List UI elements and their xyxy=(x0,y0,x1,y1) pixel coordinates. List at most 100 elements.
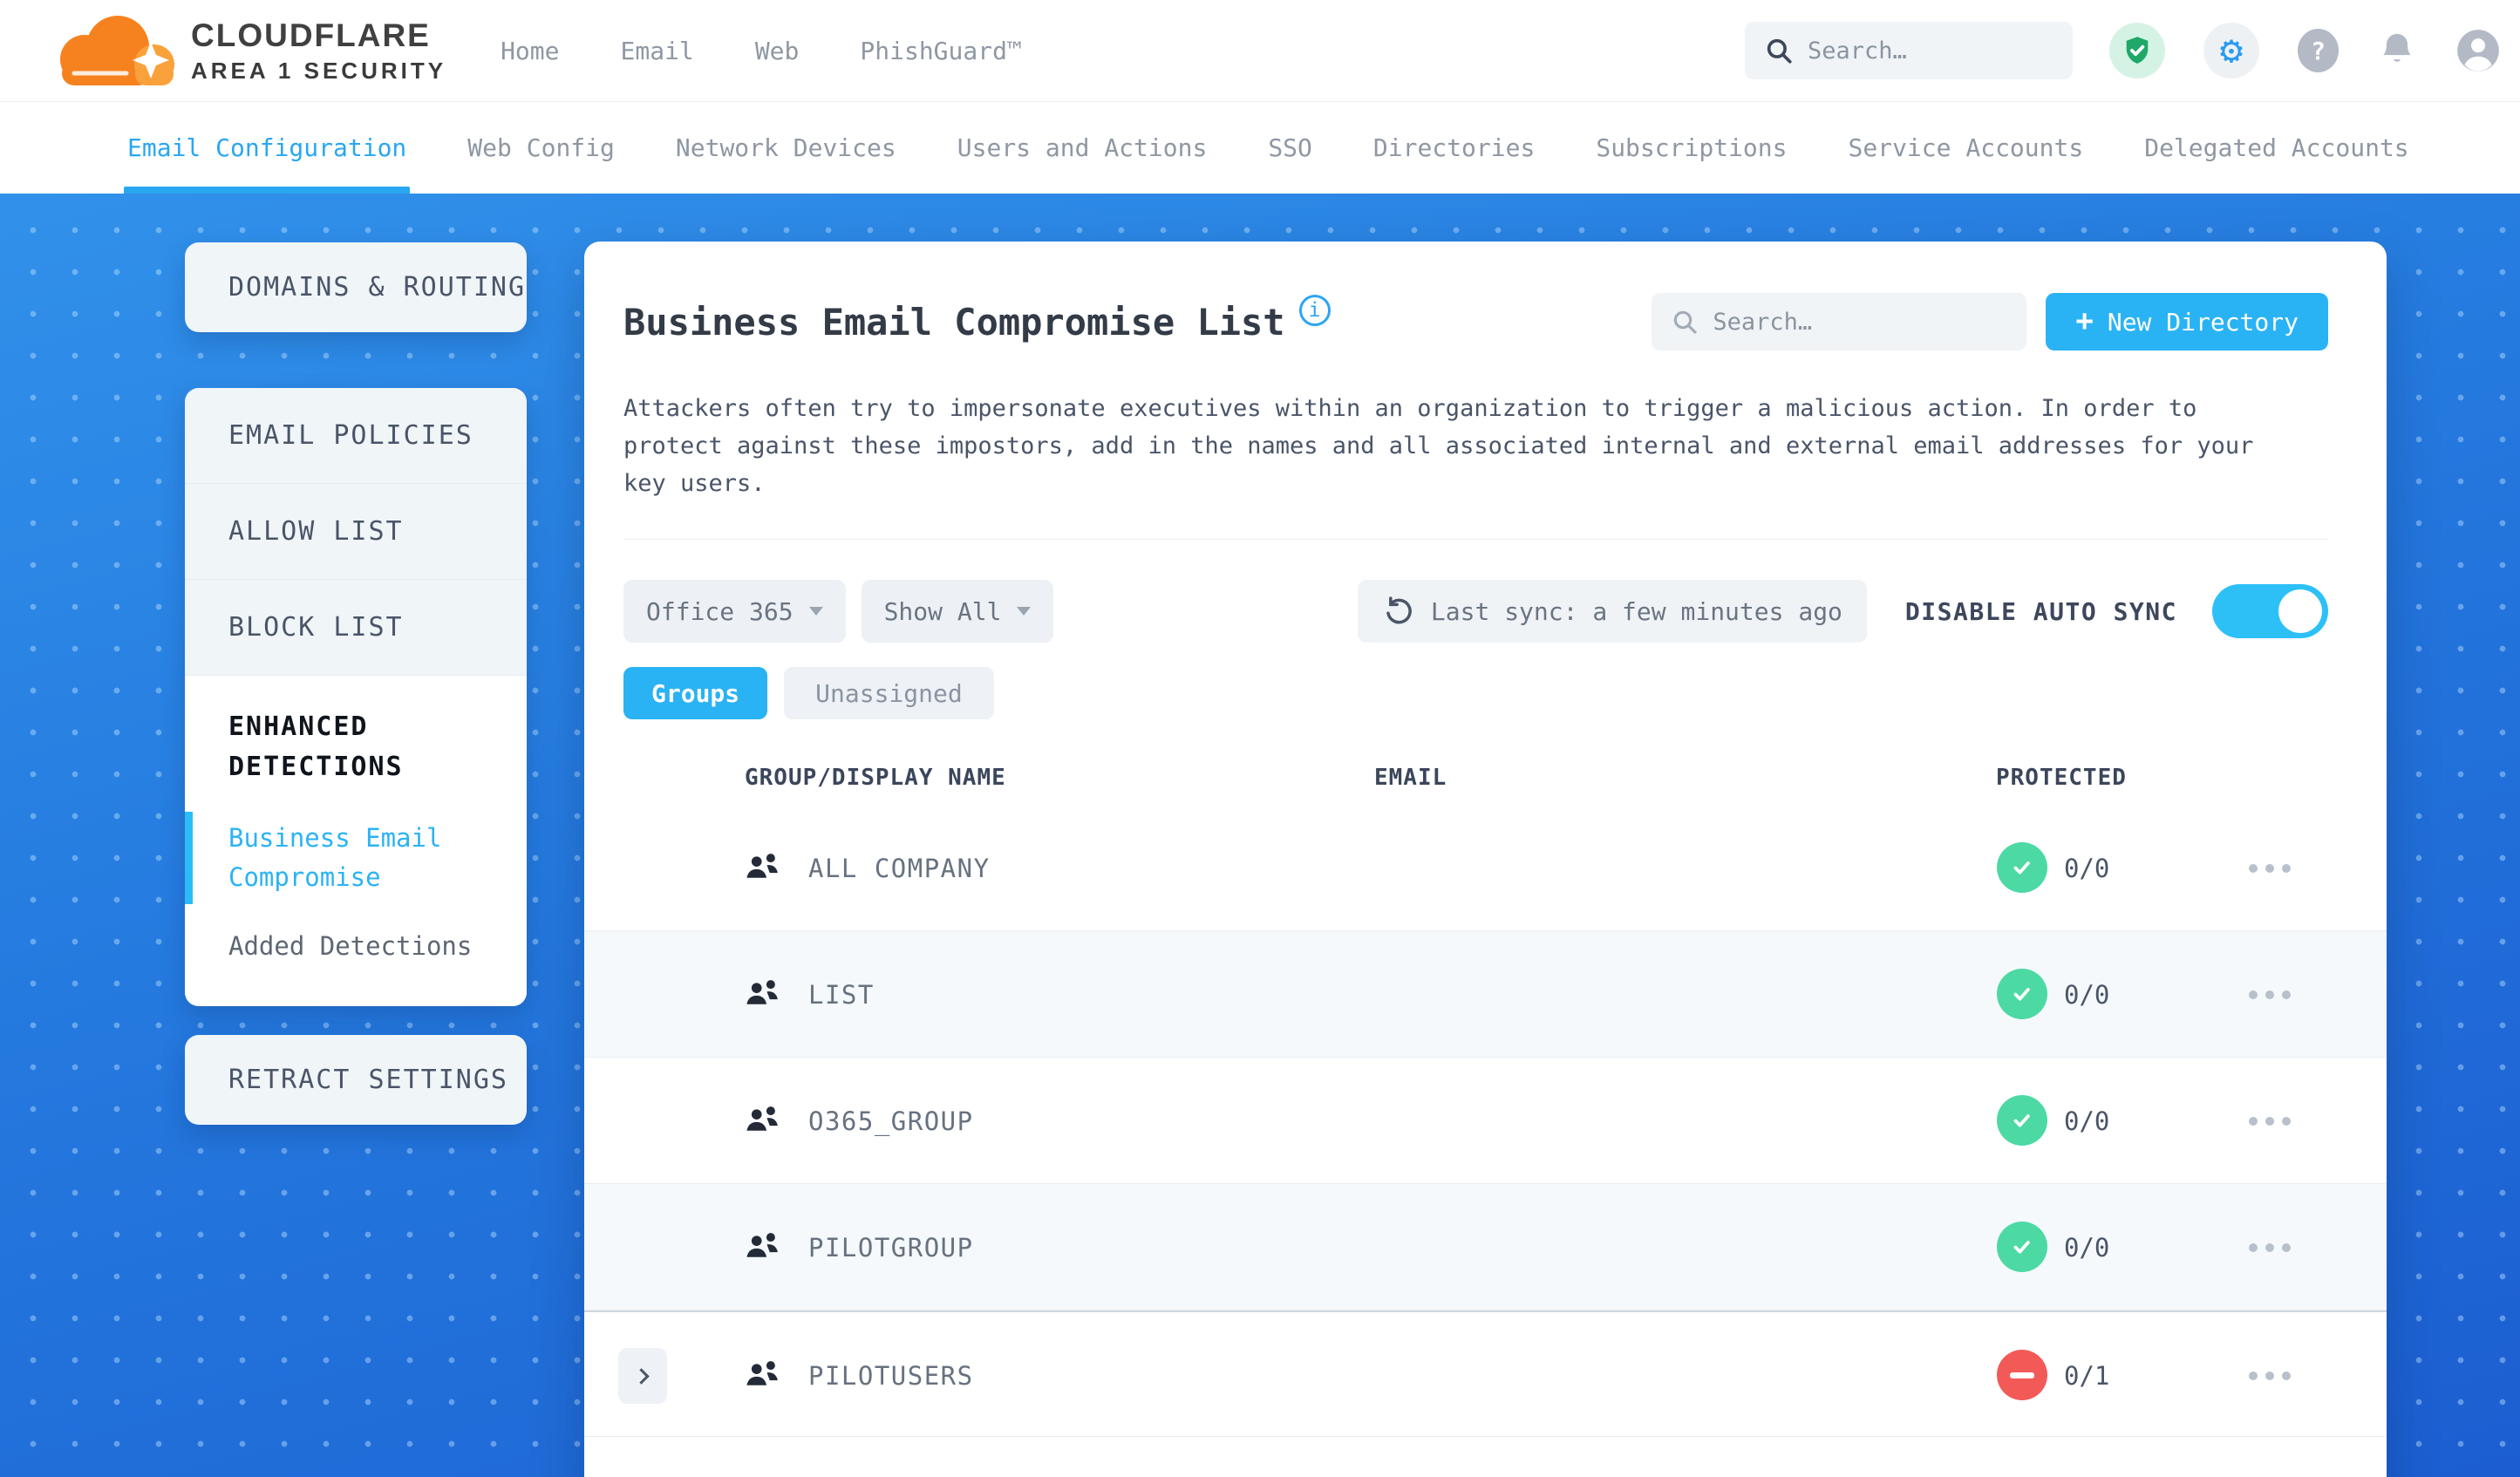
tab-unassigned[interactable]: Unassigned xyxy=(784,667,994,719)
search-icon xyxy=(1674,310,1697,334)
tab-email-configuration[interactable]: Email Configuration xyxy=(123,102,411,194)
tab-groups[interactable]: Groups xyxy=(623,667,768,719)
user-avatar-icon xyxy=(2457,30,2499,71)
sidebar-item-business-email-compromise[interactable]: Business Email Compromise xyxy=(185,812,468,904)
chevron-down-icon xyxy=(808,607,823,616)
retract-settings-label: RETRACT SETTINGS xyxy=(228,1065,508,1095)
tab-service-accounts[interactable]: Service Accounts xyxy=(1849,102,2084,194)
group-icon xyxy=(746,1361,778,1385)
sidebar-item-added-detections[interactable]: Added Detections xyxy=(228,927,495,966)
groups-table: GROUP/DISPLAY NAME EMAIL PROTECTED ALL C… xyxy=(584,765,2387,1437)
notifications-button[interactable] xyxy=(2377,31,2417,71)
group-name: LIST xyxy=(808,980,875,1010)
group-name: O365_GROUP xyxy=(808,1106,974,1136)
nav-email[interactable]: Email xyxy=(621,37,694,65)
row-menu-button[interactable] xyxy=(2265,1372,2274,1380)
sidebar-item-allow-list[interactable]: ALLOW LIST xyxy=(185,484,527,580)
page-description: Attackers often try to impersonate execu… xyxy=(623,395,2254,497)
group-icon xyxy=(746,980,778,1004)
bell-icon xyxy=(2383,33,2411,62)
help-button[interactable]: ? xyxy=(2298,29,2339,72)
auto-sync-toggle[interactable] xyxy=(2212,584,2328,638)
table-row[interactable]: PILOTUSERS 0/1 xyxy=(584,1310,2387,1437)
row-menu-button[interactable] xyxy=(2265,1117,2274,1126)
directory-dropdown-value: Office 365 xyxy=(646,596,793,626)
column-email: EMAIL xyxy=(1374,765,1447,791)
column-protected: PROTECTED xyxy=(1996,765,2127,791)
last-sync-button[interactable]: Last sync: a few minutes ago xyxy=(1357,580,1867,643)
table-header: GROUP/DISPLAY NAME EMAIL PROTECTED xyxy=(584,765,2387,805)
content-area: DOMAINS & ROUTING EMAIL POLICIES ALLOW L… xyxy=(0,194,2520,1477)
minus-icon xyxy=(2010,1372,2034,1378)
question-icon: ? xyxy=(2311,36,2326,65)
expand-row-button[interactable] xyxy=(618,1348,667,1404)
cloudflare-cloud-icon xyxy=(60,16,174,85)
sidebar-item-domains-routing[interactable]: DOMAINS & ROUTING xyxy=(185,242,527,332)
tab-network-devices[interactable]: Network Devices xyxy=(676,102,896,194)
list-search-input[interactable] xyxy=(1713,308,2008,336)
protected-count: 0/0 xyxy=(2064,1106,2110,1136)
primary-nav: Home Email Web PhishGuard™ xyxy=(501,37,1022,65)
section-tabs: Email Configuration Web Config Network D… xyxy=(0,101,2520,194)
nav-web[interactable]: Web xyxy=(755,37,800,65)
list-search xyxy=(1652,293,2027,351)
top-header: CLOUDFLARE AREA 1 SECURITY Home Email We… xyxy=(0,0,2520,101)
tab-subscriptions[interactable]: Subscriptions xyxy=(1596,102,1787,194)
show-filter-dropdown[interactable]: Show All xyxy=(861,580,1054,643)
tab-directories[interactable]: Directories xyxy=(1373,102,1535,194)
cloudflare-logo: CLOUDFLARE AREA 1 SECURITY xyxy=(48,10,446,91)
main-panel: Business Email Compromise List i + New D… xyxy=(584,242,2387,1477)
user-menu-button[interactable] xyxy=(2455,28,2501,73)
row-menu-button[interactable] xyxy=(2265,990,2274,999)
gear-icon: ⚙ xyxy=(2219,28,2244,72)
tab-web-config[interactable]: Web Config xyxy=(467,102,615,194)
group-icon xyxy=(746,854,778,878)
app-root: CLOUDFLARE AREA 1 SECURITY Home Email We… xyxy=(0,0,2520,1477)
panel-header: Business Email Compromise List i + New D… xyxy=(623,292,2328,351)
table-row[interactable]: ALL COMPANY 0/0 xyxy=(584,805,2387,931)
divider xyxy=(623,539,2328,540)
show-filter-value: Show All xyxy=(883,596,1002,626)
group-name: ALL COMPANY xyxy=(808,854,991,883)
plus-icon: + xyxy=(2075,303,2094,338)
settings-button[interactable]: ⚙ xyxy=(2203,23,2259,78)
directory-dropdown[interactable]: Office 365 xyxy=(623,580,846,643)
new-directory-button[interactable]: + New Directory xyxy=(2046,293,2328,351)
nav-phishguard[interactable]: PhishGuard™ xyxy=(860,37,1021,65)
group-icon xyxy=(746,1233,778,1257)
chevron-right-icon xyxy=(632,1367,650,1385)
protected-status-icon xyxy=(1997,842,2047,893)
header-actions: ⚙ ? xyxy=(1745,22,2501,79)
protected-count: 0/0 xyxy=(2064,854,2110,883)
domains-routing-label: DOMAINS & ROUTING xyxy=(228,272,527,303)
brand-name: CLOUDFLARE xyxy=(191,17,431,53)
nav-home[interactable]: Home xyxy=(501,37,559,65)
protected-count: 0/0 xyxy=(2064,1233,2110,1263)
row-menu-button[interactable] xyxy=(2265,864,2274,873)
view-tabs: Groups Unassigned xyxy=(623,667,2328,719)
filters-row: Office 365 Show All Last sync: a few min… xyxy=(623,580,2328,643)
new-directory-label: New Directory xyxy=(2107,307,2299,337)
chevron-down-icon xyxy=(1017,607,1032,616)
protected-status-icon xyxy=(1997,969,2047,1019)
table-row[interactable]: O365_GROUP 0/0 xyxy=(584,1058,2387,1184)
info-icon[interactable]: i xyxy=(1298,295,1331,326)
table-row[interactable]: LIST 0/0 xyxy=(584,931,2387,1058)
tab-users-and-actions[interactable]: Users and Actions xyxy=(957,102,1208,194)
sidebar-item-block-list[interactable]: BLOCK LIST xyxy=(185,580,527,676)
row-menu-button[interactable] xyxy=(2265,1243,2274,1252)
last-sync-text: Last sync: a few minutes ago xyxy=(1430,596,1842,626)
sidebar-item-email-policies[interactable]: EMAIL POLICIES xyxy=(185,388,527,484)
disable-auto-sync-label: DISABLE AUTO SYNC xyxy=(1904,596,2177,626)
tab-delegated-accounts[interactable]: Delegated Accounts xyxy=(2144,102,2408,194)
global-search-input[interactable] xyxy=(1808,37,2053,65)
protected-count: 0/1 xyxy=(2064,1361,2110,1391)
search-icon xyxy=(1767,38,1792,64)
sidebar-item-retract-settings[interactable]: RETRACT SETTINGS xyxy=(185,1035,527,1125)
enhanced-detections-label[interactable]: ENHANCED DETECTIONS xyxy=(228,707,481,787)
table-row[interactable]: PILOTGROUP 0/0 xyxy=(584,1184,2387,1310)
group-name: PILOTGROUP xyxy=(808,1233,974,1263)
tab-sso[interactable]: SSO xyxy=(1268,102,1312,194)
security-status-button[interactable] xyxy=(2109,23,2165,78)
protected-count: 0/0 xyxy=(2064,980,2110,1010)
